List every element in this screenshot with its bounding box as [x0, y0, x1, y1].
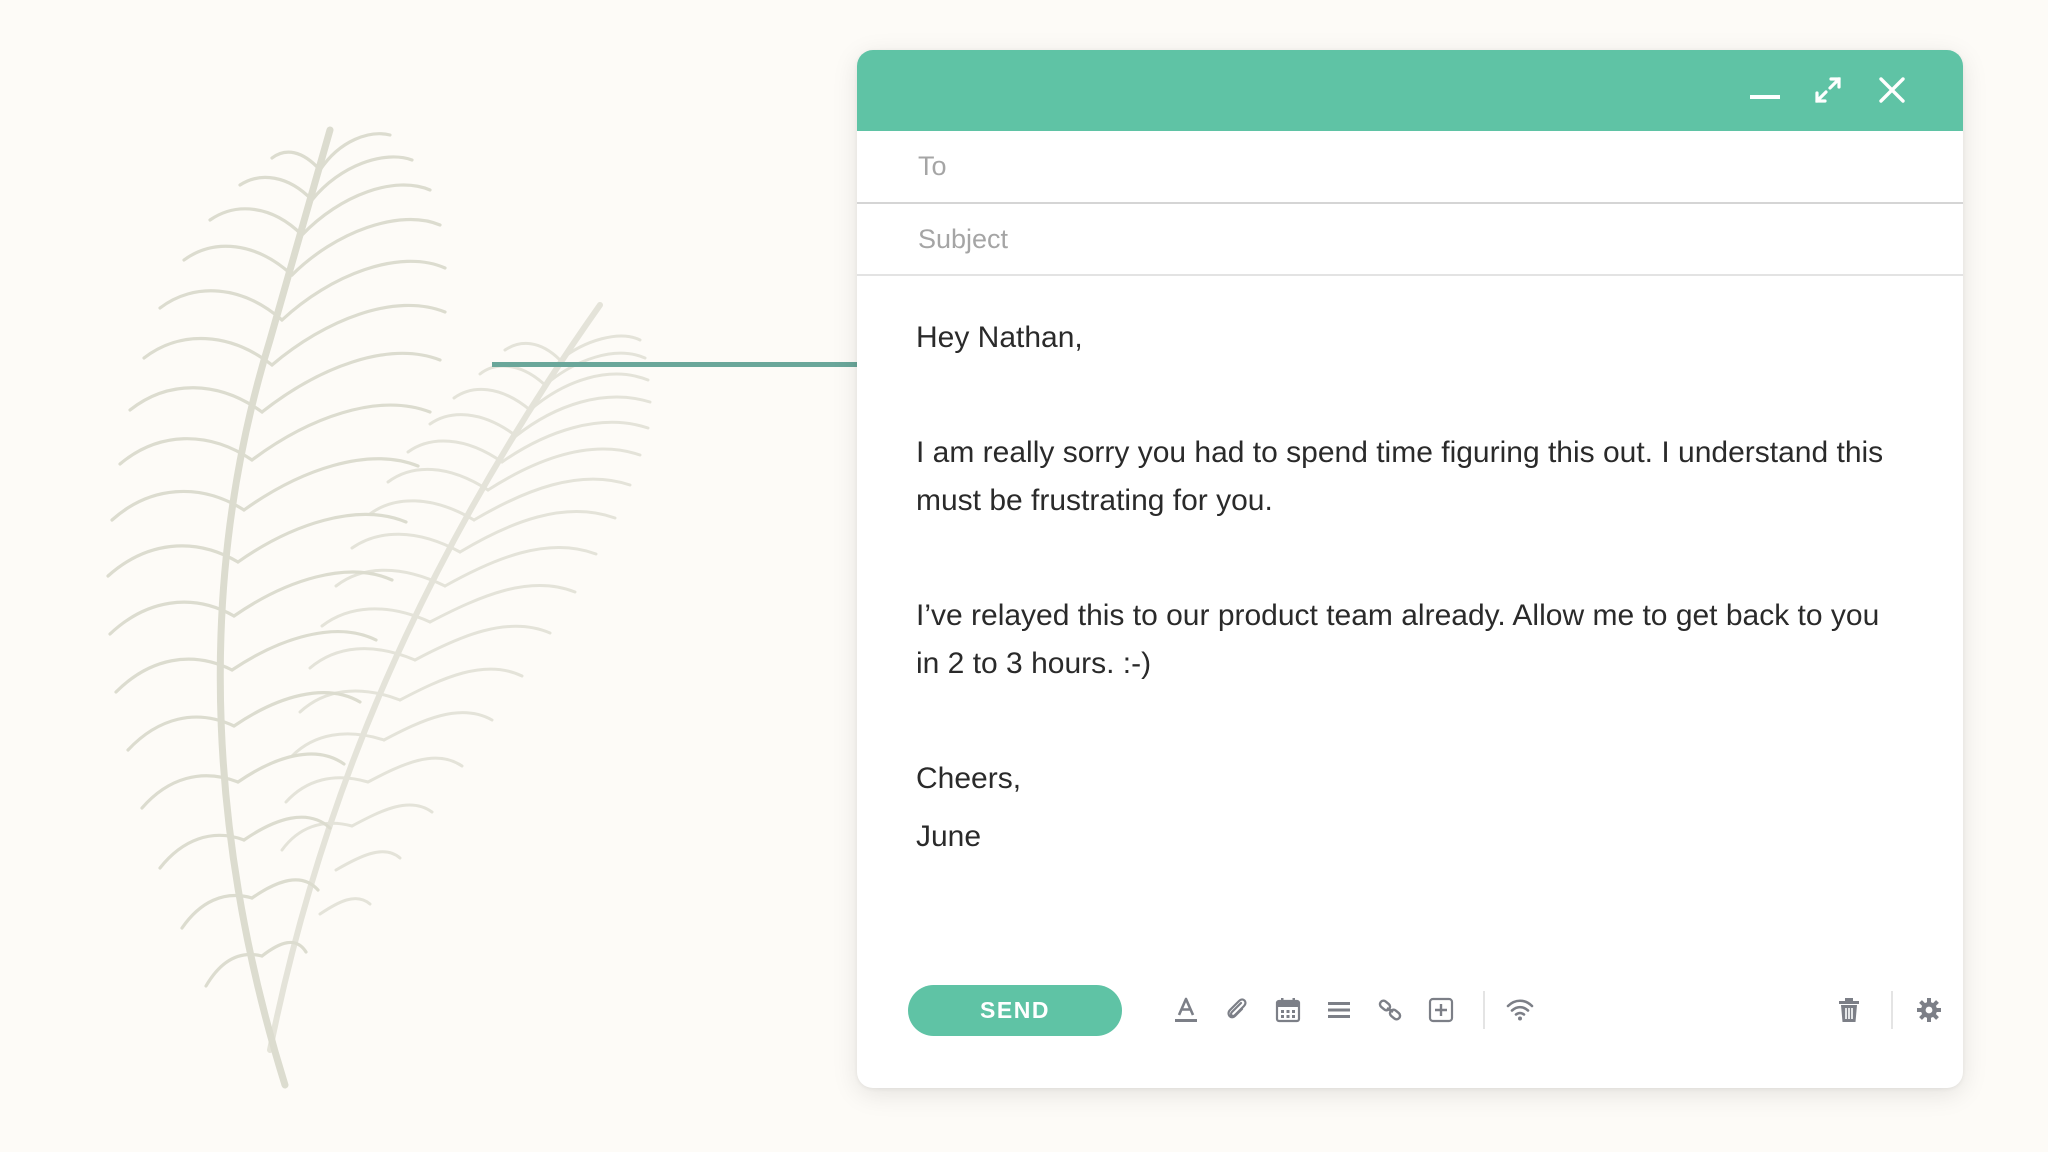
- insert-button[interactable]: [1424, 993, 1458, 1027]
- body-signoff: Cheers,: [916, 762, 1022, 795]
- link-button[interactable]: [1373, 993, 1407, 1027]
- gear-icon: [1916, 997, 1942, 1023]
- body-signature-name: June: [916, 820, 982, 853]
- to-field-row: [857, 131, 1963, 204]
- connector-line: [492, 362, 858, 367]
- minimize-button[interactable]: [1743, 68, 1787, 112]
- close-button[interactable]: [1870, 68, 1914, 112]
- compose-title-bar: [857, 50, 1963, 131]
- attach-button[interactable]: [1220, 993, 1254, 1027]
- text-format-icon: [1173, 996, 1199, 1024]
- compose-window: Hey Nathan, I am really sorry you had to…: [857, 50, 1963, 1088]
- insert-icon: [1428, 997, 1454, 1023]
- list-button[interactable]: [1322, 993, 1356, 1027]
- settings-button[interactable]: [1912, 993, 1946, 1027]
- body-paragraph-2: I’ve relayed this to our product team al…: [916, 599, 1880, 680]
- feather-illustration: [106, 126, 652, 1089]
- subject-input[interactable]: [916, 222, 1880, 256]
- wifi-icon: [1506, 998, 1534, 1022]
- close-icon: [1878, 76, 1906, 104]
- calendar-icon: [1275, 997, 1301, 1023]
- body-paragraph-1: I am really sorry you had to spend time …: [916, 436, 1884, 517]
- list-icon: [1326, 998, 1352, 1022]
- message-body[interactable]: Hey Nathan, I am really sorry you had to…: [857, 276, 1963, 861]
- text-format-button[interactable]: [1169, 993, 1203, 1027]
- body-greeting: Hey Nathan,: [916, 321, 1083, 354]
- send-button[interactable]: SEND: [908, 985, 1122, 1036]
- minimize-icon: [1749, 74, 1781, 106]
- expand-icon: [1813, 75, 1843, 105]
- subject-field-row: [857, 204, 1963, 276]
- toolbar-divider: [1483, 991, 1485, 1029]
- attach-icon: [1224, 997, 1250, 1023]
- delete-button[interactable]: [1832, 993, 1866, 1027]
- expand-button[interactable]: [1806, 68, 1850, 112]
- toolbar-divider-2: [1891, 991, 1893, 1029]
- compose-toolbar: SEND: [908, 985, 1963, 1037]
- to-input[interactable]: [916, 150, 1880, 183]
- trash-icon: [1837, 997, 1861, 1023]
- calendar-button[interactable]: [1271, 993, 1305, 1027]
- link-icon: [1377, 997, 1403, 1023]
- signal-button[interactable]: [1503, 993, 1537, 1027]
